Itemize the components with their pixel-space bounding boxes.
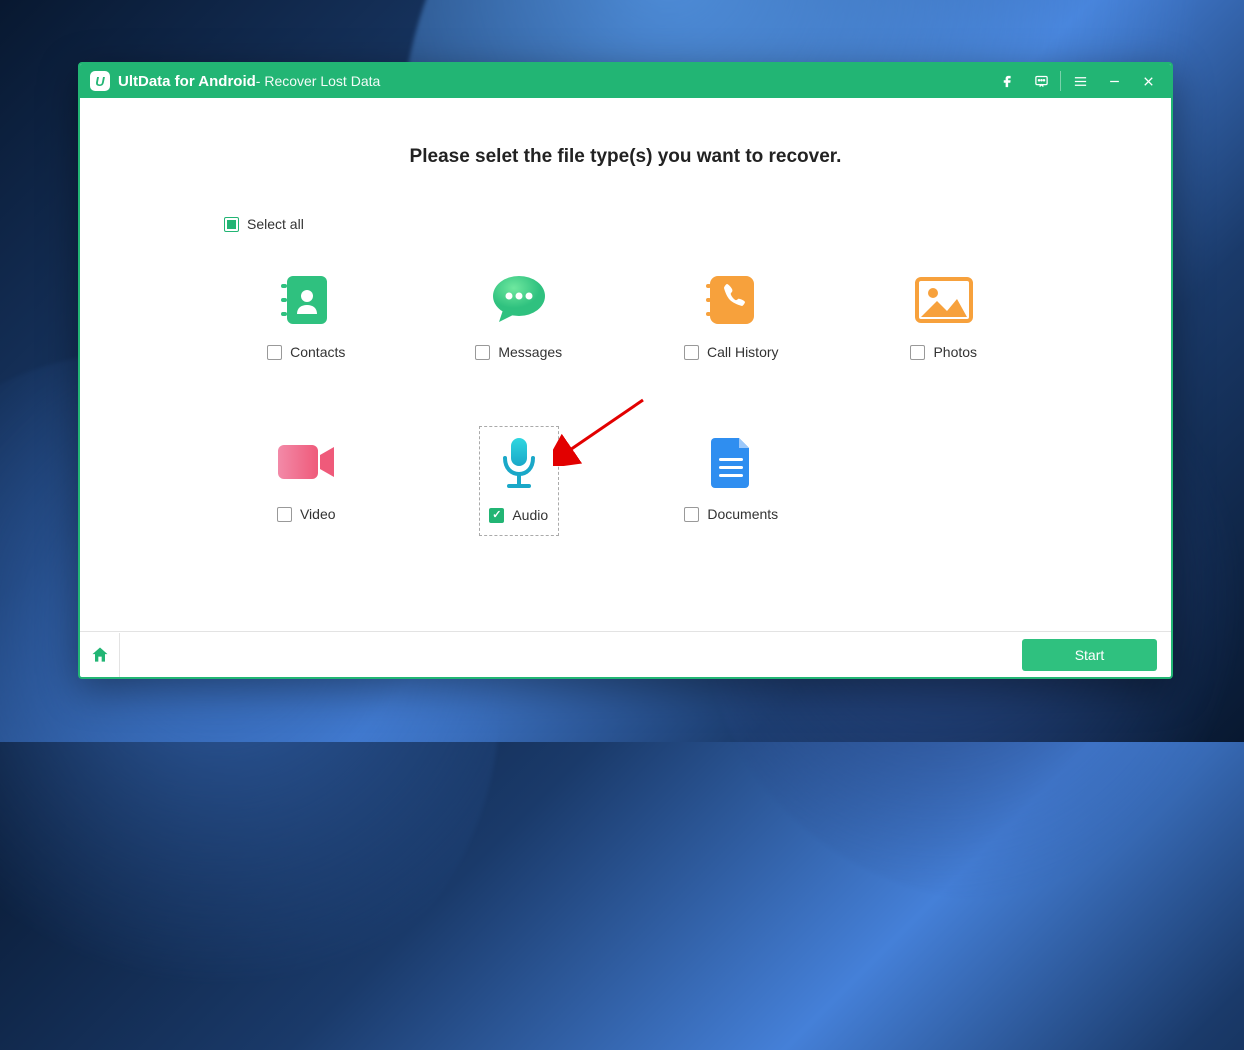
file-type-messages[interactable]: Messages: [419, 264, 619, 374]
titlebar-divider: [1060, 71, 1061, 91]
close-button[interactable]: [1131, 64, 1165, 98]
file-type-label: Documents: [707, 506, 778, 522]
home-button[interactable]: [80, 633, 120, 677]
feedback-icon[interactable]: [1024, 64, 1058, 98]
file-type-label: Messages: [498, 344, 562, 360]
checkbox-indeterminate-icon: [224, 217, 239, 232]
content-area: Please selet the file type(s) you want t…: [80, 98, 1171, 631]
app-subtitle: - Recover Lost Data: [256, 73, 381, 89]
file-type-video[interactable]: Video: [206, 426, 406, 536]
checkbox-icon: [267, 345, 282, 360]
checkbox-icon: [684, 507, 699, 522]
menu-icon[interactable]: [1063, 64, 1097, 98]
messages-icon: [489, 270, 549, 330]
contacts-icon: [281, 270, 331, 330]
app-window: U UltData for Android - Recover Lost Dat…: [78, 62, 1173, 679]
file-type-label: Contacts: [290, 344, 345, 360]
file-type-contacts[interactable]: Contacts: [206, 264, 406, 374]
start-button[interactable]: Start: [1022, 639, 1157, 671]
video-icon: [276, 432, 336, 492]
checkbox-icon: [277, 507, 292, 522]
select-all-label: Select all: [247, 216, 304, 232]
facebook-icon[interactable]: [990, 64, 1024, 98]
documents-icon: [709, 432, 753, 492]
app-title: UltData for Android: [118, 73, 256, 90]
file-type-label: Audio: [512, 507, 548, 523]
titlebar: U UltData for Android - Recover Lost Dat…: [80, 64, 1171, 98]
audio-icon: [497, 433, 541, 493]
checkbox-icon: [684, 345, 699, 360]
file-type-label: Photos: [933, 344, 977, 360]
page-heading: Please selet the file type(s) you want t…: [80, 146, 1171, 168]
file-type-label: Call History: [707, 344, 779, 360]
minimize-button[interactable]: [1097, 64, 1131, 98]
checkbox-icon: [910, 345, 925, 360]
footer: Start: [80, 631, 1171, 677]
select-all-checkbox[interactable]: Select all: [224, 216, 304, 232]
photos-icon: [915, 270, 973, 330]
file-type-label: Video: [300, 506, 336, 522]
file-type-documents[interactable]: Documents: [631, 426, 831, 536]
file-type-grid: Contacts: [200, 264, 1050, 536]
file-type-photos[interactable]: Photos: [844, 264, 1044, 374]
call-history-icon: [706, 270, 756, 330]
checkbox-checked-icon: [489, 508, 504, 523]
app-logo-icon: U: [90, 71, 110, 91]
file-type-audio[interactable]: Audio: [479, 426, 559, 536]
checkbox-icon: [475, 345, 490, 360]
file-type-call-history[interactable]: Call History: [631, 264, 831, 374]
